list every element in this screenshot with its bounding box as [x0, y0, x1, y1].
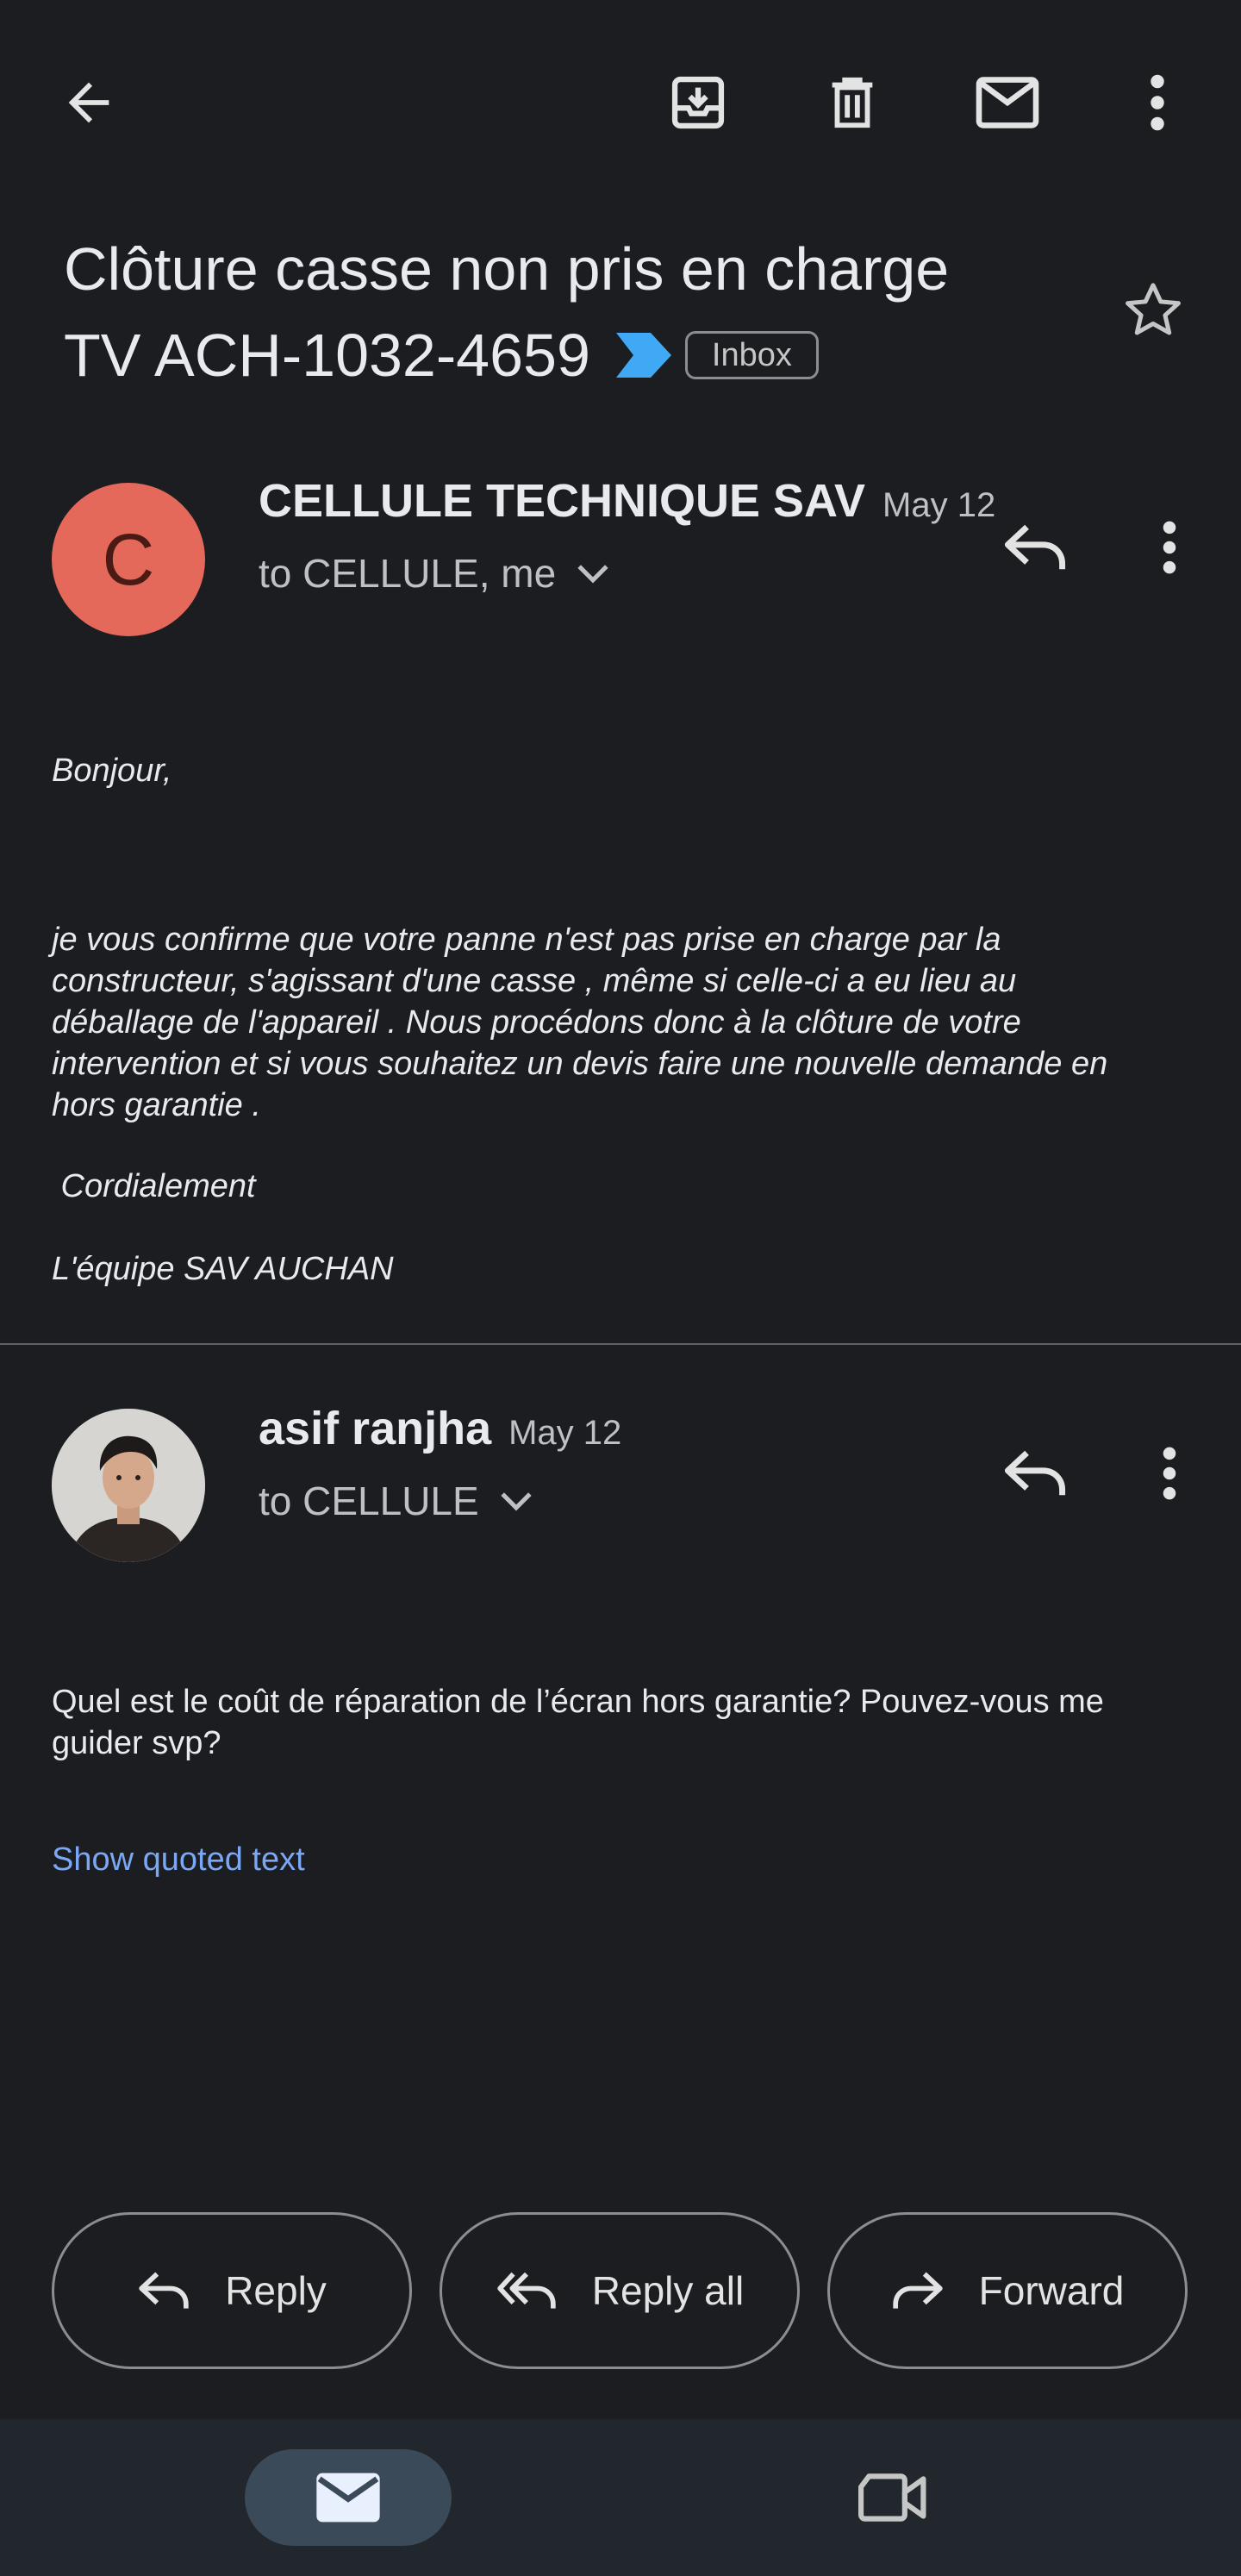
message-1-closing: Cordialement: [52, 1168, 256, 1204]
body-line: hors garantie .: [52, 1087, 261, 1123]
body-line: Quel est le coût de réparation de l’écra…: [52, 1684, 1104, 1720]
subject-line-1: Clôture casse non pris en charge: [64, 235, 950, 303]
more-vertical-icon: [1163, 1447, 1176, 1500]
subject-line-2: TV ACH-1032-4659: [64, 322, 590, 389]
mail-icon: [316, 2473, 380, 2523]
reply-all-icon: [497, 2272, 556, 2309]
more-options-button[interactable]: [1110, 55, 1205, 150]
forward-label: Forward: [978, 2268, 1125, 2313]
message-date: May 12: [508, 1414, 622, 1452]
reply-icon: [139, 2272, 189, 2309]
star-icon: [1126, 283, 1181, 335]
more-vertical-icon: [1151, 74, 1164, 131]
sender-avatar-photo[interactable]: [52, 1409, 205, 1562]
forward-icon: [892, 2272, 943, 2309]
avatar-letter: C: [102, 518, 155, 600]
body-line: intervention et si vous souhaitez un dev…: [52, 1046, 1108, 1082]
reply-button[interactable]: [988, 1426, 1082, 1521]
bottom-navigation: [0, 2419, 1241, 2576]
recipients-toggle[interactable]: to CELLULE, me: [259, 550, 609, 597]
message-date: May 12: [882, 486, 996, 524]
nav-mail-tab[interactable]: [245, 2449, 452, 2546]
reply-button[interactable]: [988, 500, 1082, 595]
message-divider: [0, 1343, 1241, 1345]
nav-meet-tab[interactable]: [845, 2449, 941, 2546]
inbox-label-chip[interactable]: Inbox: [684, 331, 819, 379]
body-line: déballage de l'appareil . Nous procédons…: [52, 1004, 1021, 1041]
back-button[interactable]: [41, 55, 136, 150]
reply-all-action-button[interactable]: Reply all: [440, 2212, 800, 2369]
body-line: guider svp?: [52, 1725, 221, 1761]
forward-action-button[interactable]: Forward: [827, 2212, 1188, 2369]
star-button[interactable]: [1120, 278, 1186, 347]
top-app-bar: [0, 0, 1241, 207]
show-quoted-text-link[interactable]: Show quoted text: [52, 1841, 305, 1879]
message-more-button[interactable]: [1122, 500, 1217, 595]
message-1-sender-row: CELLULE TECHNIQUE SAV May 12: [259, 474, 995, 528]
delete-icon: [832, 77, 873, 128]
arrow-back-icon: [68, 82, 109, 123]
reply-all-label: Reply all: [591, 2268, 745, 2313]
message-more-button[interactable]: [1122, 1426, 1217, 1521]
archive-button[interactable]: [651, 55, 745, 150]
reply-icon: [1004, 524, 1066, 570]
delete-button[interactable]: [805, 55, 900, 150]
sender-avatar[interactable]: C: [52, 483, 205, 636]
sender-name[interactable]: asif ranjha: [259, 1402, 491, 1455]
recipients-text: to CELLULE, me: [259, 551, 557, 596]
body-line: je vous confirme que votre panne n'est p…: [52, 922, 1001, 958]
video-camera-icon: [858, 2473, 926, 2522]
profile-photo: [52, 1409, 205, 1562]
reply-icon: [1004, 1450, 1066, 1496]
archive-icon: [671, 76, 725, 129]
mark-unread-button[interactable]: [960, 55, 1055, 150]
mail-icon: [976, 77, 1039, 128]
email-subject: Clôture casse non pris en charge TV ACH-…: [64, 226, 1029, 398]
important-marker-icon[interactable]: [615, 333, 671, 378]
body-line: constructeur, s'agissant d'une casse , m…: [52, 963, 1017, 999]
message-2-body: Quel est le coût de réparation de l’écra…: [52, 1681, 1189, 1764]
message-1-greeting: Bonjour,: [52, 753, 172, 789]
recipients-text: to CELLULE: [259, 1479, 479, 1523]
chevron-down-icon: [577, 565, 608, 584]
reply-label: Reply: [225, 2268, 327, 2313]
message-2-sender-row: asif ranjha May 12: [259, 1402, 621, 1455]
message-1-body: je vous confirme que votre panne n'est p…: [52, 919, 1189, 1126]
recipients-toggle[interactable]: to CELLULE: [259, 1478, 533, 1524]
sender-name[interactable]: CELLULE TECHNIQUE SAV: [259, 474, 865, 528]
more-vertical-icon: [1163, 521, 1176, 574]
message-1-signature: L'équipe SAV AUCHAN: [52, 1251, 394, 1287]
chevron-down-icon: [501, 1492, 532, 1511]
reply-action-button[interactable]: Reply: [52, 2212, 412, 2369]
